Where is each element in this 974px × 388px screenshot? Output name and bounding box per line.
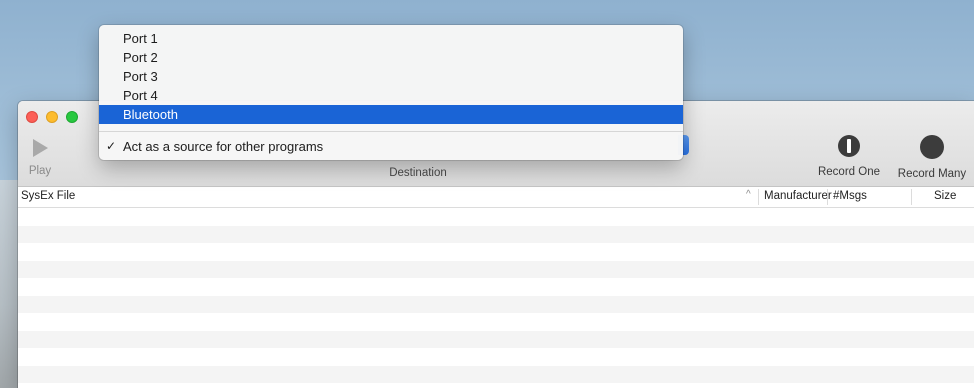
sort-ascending-icon: ^: [746, 189, 751, 200]
destination-popup-menu: Port 1 Port 2 Port 3 Port 4 Bluetooth ✓ …: [99, 25, 683, 160]
empty-row: [18, 348, 974, 366]
menu-item-label: Port 1: [123, 31, 158, 46]
column-divider[interactable]: [911, 189, 912, 205]
sysex-file-list[interactable]: [18, 208, 974, 383]
menu-item-label: Act as a source for other programs: [123, 139, 324, 154]
menu-item-label: Port 3: [123, 69, 158, 84]
column-header-msgs[interactable]: #Msgs: [833, 190, 867, 202]
table-header: SysEx File ^ Manufacturer #Msgs Size: [18, 187, 974, 208]
empty-row: [18, 295, 974, 313]
play-icon: [32, 139, 48, 157]
menu-item-port-4[interactable]: Port 4: [99, 86, 683, 105]
record-many-label: Record Many: [897, 168, 967, 180]
column-divider[interactable]: [827, 189, 828, 205]
menu-separator: [99, 131, 683, 132]
column-header-manufacturer[interactable]: Manufacturer: [764, 190, 832, 202]
menu-item-label: Port 2: [123, 50, 158, 65]
menu-item-label: Port 4: [123, 88, 158, 103]
empty-row: [18, 330, 974, 348]
menu-item-port-2[interactable]: Port 2: [99, 48, 683, 67]
record-many-button[interactable]: Record Many: [890, 135, 974, 180]
zoom-window-button[interactable]: [66, 111, 78, 123]
column-header-size[interactable]: Size: [934, 190, 956, 202]
menu-item-act-as-source[interactable]: ✓ Act as a source for other programs: [99, 137, 683, 156]
empty-row: [18, 208, 974, 226]
close-window-button[interactable]: [26, 111, 38, 123]
record-many-icon: [920, 135, 944, 159]
minimize-window-button[interactable]: [46, 111, 58, 123]
destination-label: Destination: [389, 167, 447, 179]
record-one-icon: [838, 135, 860, 157]
column-divider[interactable]: [758, 189, 759, 205]
checkmark-icon: ✓: [106, 139, 117, 153]
column-header-sysex-file[interactable]: SysEx File: [21, 190, 75, 202]
menu-item-port-1[interactable]: Port 1: [99, 29, 683, 48]
empty-row: [18, 278, 974, 296]
play-button[interactable]: Play: [22, 139, 58, 177]
menu-item-label: Bluetooth: [123, 107, 178, 122]
empty-row: [18, 260, 974, 278]
empty-row: [18, 365, 974, 383]
empty-row: [18, 225, 974, 243]
record-one-button[interactable]: Record One: [814, 135, 884, 178]
empty-row: [18, 243, 974, 261]
empty-row: [18, 313, 974, 331]
menu-item-bluetooth[interactable]: Bluetooth: [99, 105, 683, 124]
play-label: Play: [28, 165, 52, 177]
menu-item-port-3[interactable]: Port 3: [99, 67, 683, 86]
record-one-label: Record One: [817, 166, 880, 178]
